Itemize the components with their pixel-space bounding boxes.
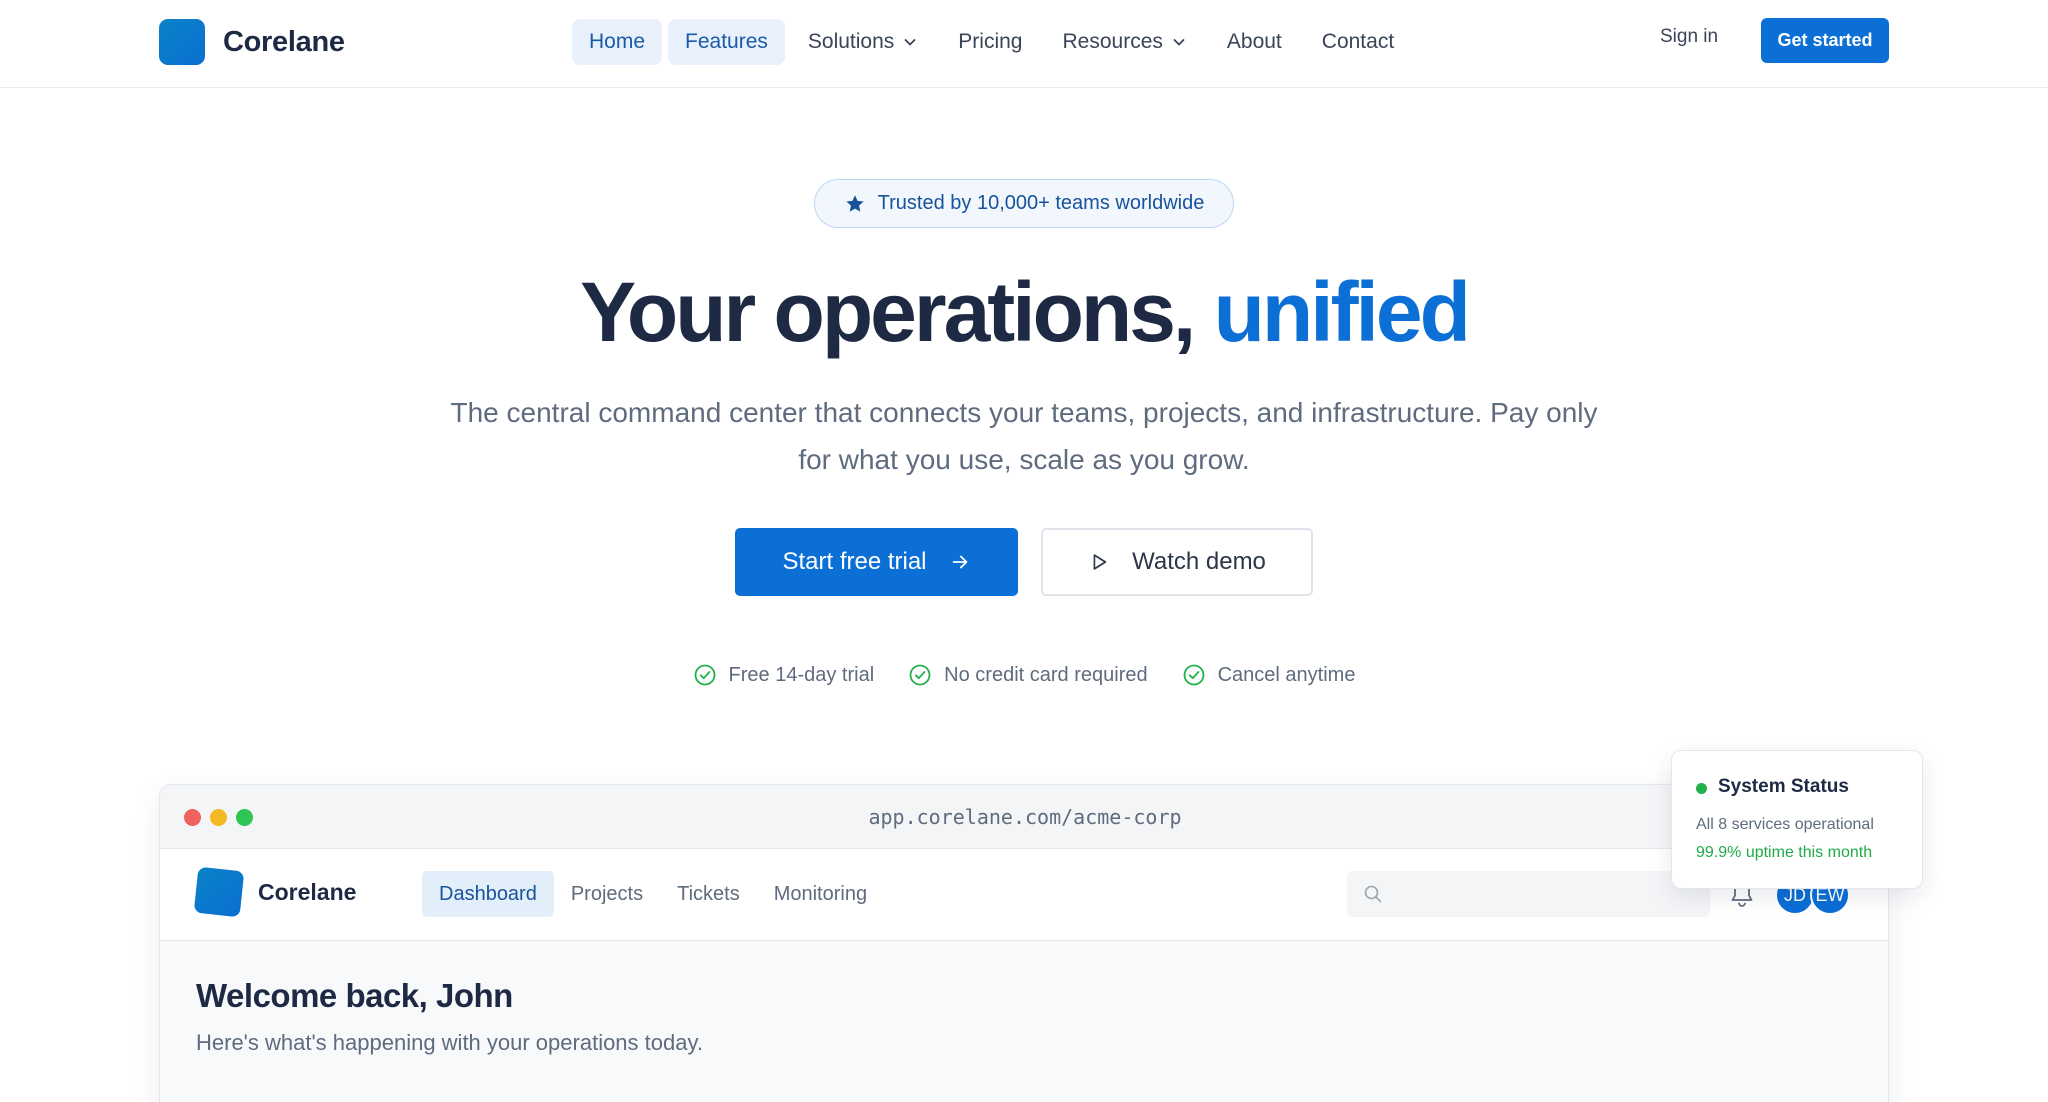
system-status-card: System Status All 8 services operational… (1671, 750, 1923, 889)
nav-item-contact[interactable]: Contact (1305, 19, 1411, 65)
trust-badge-text: Trusted by 10,000+ teams worldwide (877, 192, 1205, 214)
arrow-right-icon (952, 555, 967, 569)
headline-accent: unified (1213, 265, 1471, 359)
app-nav-monitoring[interactable]: Monitoring (757, 871, 884, 917)
nav-item-label: Contact (1321, 30, 1395, 53)
app-search-input[interactable] (1347, 871, 1710, 917)
nav-item-resources[interactable]: Resources (1046, 19, 1204, 65)
nav-item-label: Home (589, 30, 646, 53)
app-nav-links: Dashboard Projects Tickets Monitoring (422, 871, 884, 917)
perk-label: No credit card required (944, 663, 1148, 686)
sign-in-link[interactable]: Sign in (1660, 26, 1718, 48)
welcome-title: Welcome back, John (196, 977, 513, 1014)
nav-item-label: About (1226, 30, 1282, 53)
chevron-down-icon (904, 39, 916, 46)
chevron-down-icon (1173, 39, 1185, 46)
status-indicator (1696, 783, 1707, 794)
perk-item: Free 14-day trial (693, 663, 875, 687)
app-navigation: Corelane Dashboard Projects Tickets Moni… (160, 849, 1888, 941)
brand[interactable]: Corelane (159, 19, 345, 65)
button-label: Start free trial (782, 548, 927, 575)
app-nav-dashboard[interactable]: Dashboard (422, 871, 554, 917)
nav-item-pricing[interactable]: Pricing (941, 19, 1039, 65)
nav-item-label: Solutions (807, 30, 895, 53)
get-started-button[interactable]: Get started (1761, 18, 1889, 63)
nav-item-label: Resources (1062, 30, 1163, 53)
search-icon (1364, 885, 1382, 903)
nav-item-features[interactable]: Features (668, 19, 785, 65)
check-circle-icon (694, 664, 715, 686)
trust-badge: Trusted by 10,000+ teams worldwide (814, 179, 1234, 228)
welcome-subtitle: Here's what's happening with your operat… (196, 1030, 703, 1055)
app-nav-projects[interactable]: Projects (554, 871, 660, 917)
product-screenshot-mockup: app.corelane.com/acme-corp Corelane Dash… (159, 784, 1889, 1102)
play-icon (1093, 554, 1107, 570)
status-title: System Status (1718, 776, 1849, 797)
headline-main: Your operations, (580, 265, 1214, 359)
status-services: All 8 services operational (1696, 816, 1874, 833)
browser-toolbar: app.corelane.com/acme-corp (160, 785, 1888, 849)
app-brand-name: Corelane (258, 879, 357, 905)
browser-url: app.corelane.com/acme-corp (868, 805, 1182, 829)
status-uptime: 99.9% uptime this month (1696, 844, 1873, 861)
check-circle-icon (909, 664, 931, 686)
app-logo-icon (193, 866, 245, 918)
brand-logo-icon (159, 19, 205, 65)
hero-subtitle: The central command center that connects… (450, 397, 1598, 475)
check-circle-icon (1183, 664, 1205, 686)
app-nav-tickets[interactable]: Tickets (660, 871, 757, 917)
nav-item-label: Features (685, 30, 768, 53)
star-icon (846, 194, 864, 212)
brand-name: Corelane (223, 25, 345, 58)
perk-item: No credit card required (908, 663, 1148, 687)
nav-item-home[interactable]: Home (572, 19, 663, 65)
top-navigation: Corelane Home Features Solutions Pricing… (0, 0, 2048, 88)
perk-item: Cancel anytime (1182, 663, 1356, 687)
nav-item-about[interactable]: About (1210, 19, 1299, 65)
main-nav: Home Features Solutions Pricing Resource… (572, 19, 1417, 65)
button-label: Watch demo (1132, 548, 1266, 575)
nav-item-label: Pricing (958, 30, 1023, 53)
start-free-trial-button[interactable]: Start free trial (735, 528, 1018, 596)
perk-label: Cancel anytime (1217, 663, 1356, 686)
perk-label: Free 14-day trial (728, 663, 875, 686)
nav-item-solutions[interactable]: Solutions (791, 19, 935, 65)
hero-headline: Your operations, unified (0, 262, 2048, 362)
watch-demo-button[interactable]: Watch demo (1041, 528, 1313, 596)
perks-list: Free 14-day trial No credit card require… (0, 663, 2048, 687)
